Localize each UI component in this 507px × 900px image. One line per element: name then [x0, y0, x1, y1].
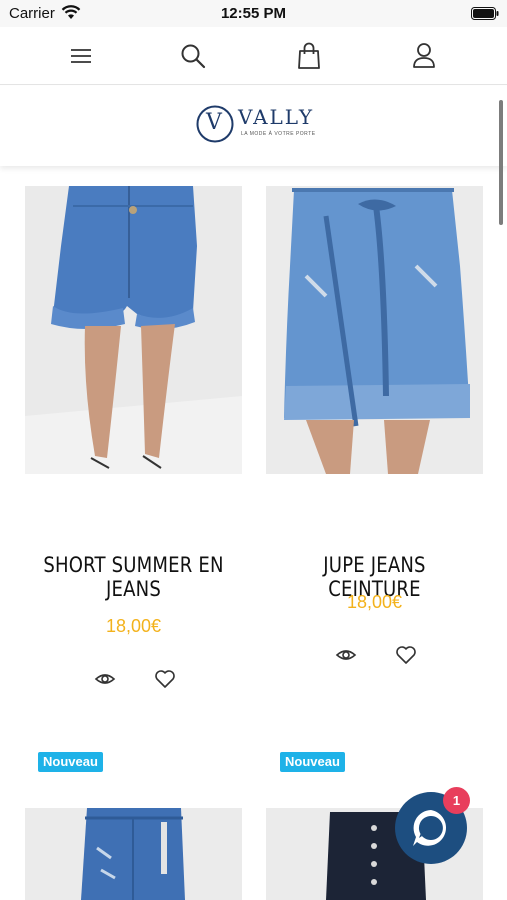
chat-bubble-icon	[413, 810, 446, 846]
heart-icon[interactable]	[395, 644, 417, 666]
scrollbar[interactable]	[499, 100, 503, 225]
brand-name: VALLY	[238, 105, 315, 129]
heart-icon[interactable]	[154, 668, 176, 690]
search-button[interactable]	[176, 39, 210, 73]
cart-button[interactable]	[292, 39, 326, 73]
brand-tagline: LA MODE À VOTRE PORTE	[241, 131, 316, 137]
eye-icon[interactable]	[335, 644, 357, 666]
product-price: 18,00€	[105, 616, 162, 636]
product-image	[266, 186, 483, 474]
product-image	[25, 186, 242, 474]
denim-skirt-photo[interactable]	[266, 186, 483, 474]
top-nav-bar	[0, 27, 507, 85]
status-time: 12:55 PM	[220, 5, 287, 22]
denim-shorts-photo[interactable]	[25, 186, 242, 474]
menu-icon	[71, 49, 91, 63]
product-title[interactable]: SHORT SUMMER EN JEANS	[36, 553, 231, 601]
battery-full-icon	[471, 7, 499, 20]
new-badge: Nouveau	[38, 752, 103, 772]
logo-letter: V	[206, 110, 222, 135]
search-icon	[181, 44, 206, 69]
product-image	[25, 808, 242, 900]
account-button[interactable]	[407, 39, 441, 73]
chat-unread-badge: 1	[443, 787, 470, 814]
eye-icon[interactable]	[94, 668, 116, 690]
user-account-icon	[413, 43, 435, 68]
denim-jeans-photo[interactable]	[25, 808, 242, 900]
shopping-bag-icon	[298, 42, 320, 69]
status-bar: Carrier 12:55 PM	[0, 0, 507, 27]
menu-button[interactable]	[64, 39, 98, 73]
product-price: 18,00€	[346, 592, 403, 612]
brand-header: V VALLY LA MODE À VOTRE PORTE	[0, 86, 507, 166]
new-badge: Nouveau	[280, 752, 345, 772]
